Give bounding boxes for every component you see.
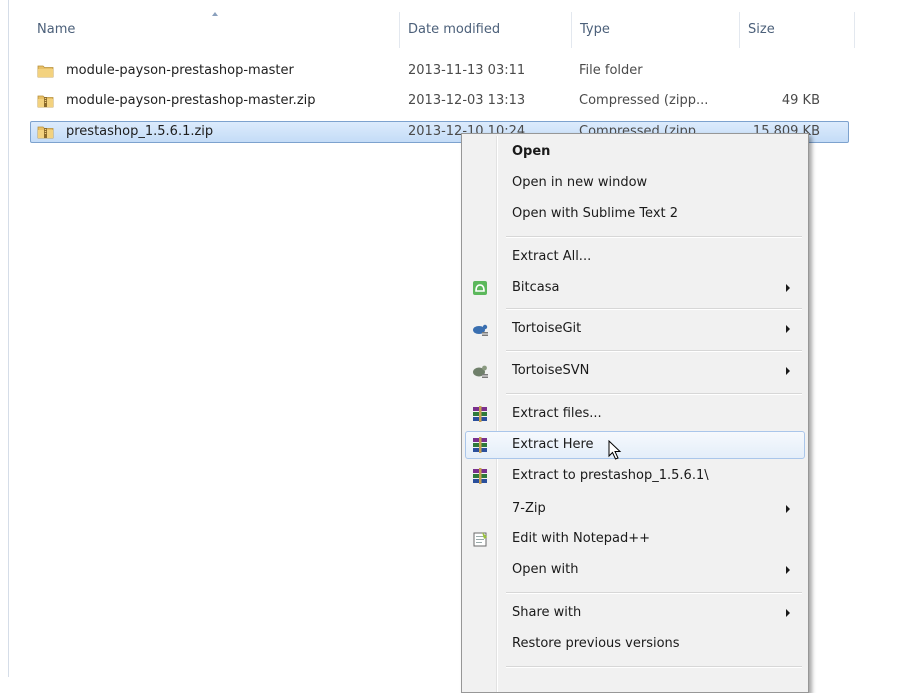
- menu-item-tortoisesvn[interactable]: TortoiseSVN: [465, 357, 805, 385]
- menu-item-label: Extract to prestashop_1.5.6.1\: [512, 468, 709, 483]
- menu-item-label: Share with: [512, 605, 582, 620]
- menu-item-7zip[interactable]: 7-Zip: [465, 495, 805, 523]
- submenu-arrow-icon: [786, 284, 790, 292]
- menu-item-edit-notepadpp[interactable]: Edit with Notepad++: [465, 525, 805, 553]
- menu-item-label: Extract Here: [512, 437, 594, 452]
- menu-item-label: Extract files...: [512, 406, 602, 421]
- winrar-icon: [473, 468, 487, 484]
- column-type[interactable]: Type: [572, 12, 739, 48]
- submenu-arrow-icon: [786, 505, 790, 513]
- submenu-arrow-icon: [786, 367, 790, 375]
- submenu-arrow-icon: [786, 609, 790, 617]
- menu-item-bitcasa[interactable]: Bitcasa: [465, 274, 805, 302]
- menu-item-label: Open in new window: [512, 175, 648, 190]
- file-name: module-payson-prestashop-master.zip: [66, 93, 316, 108]
- tortoisegit-icon: [473, 324, 488, 336]
- zip-folder-icon: [37, 95, 54, 108]
- menu-item-label: TortoiseGit: [512, 321, 582, 336]
- file-row[interactable]: module-payson-prestashop-master 2013-11-…: [30, 60, 850, 82]
- winrar-icon: [473, 406, 487, 422]
- menu-item-open-sublime[interactable]: Open with Sublime Text 2: [465, 200, 805, 228]
- column-divider[interactable]: [854, 12, 855, 48]
- column-date-modified[interactable]: Date modified: [400, 12, 571, 48]
- submenu-arrow-icon: [786, 566, 790, 574]
- menu-separator: [506, 236, 802, 238]
- winrar-icon: [473, 437, 487, 453]
- menu-item-open-with[interactable]: Open with: [465, 556, 805, 584]
- menu-item-tortoisegit[interactable]: TortoiseGit: [465, 315, 805, 343]
- file-type: File folder: [579, 63, 643, 78]
- file-type: Compressed (zipp...: [579, 93, 709, 108]
- file-date: 2013-12-03 13:13: [408, 93, 526, 108]
- file-date: 2013-11-13 03:11: [408, 63, 526, 78]
- menu-item-open-new-window[interactable]: Open in new window: [465, 169, 805, 197]
- menu-item-label: 7-Zip: [512, 501, 546, 516]
- zip-folder-icon: [37, 126, 54, 139]
- menu-item-open[interactable]: Open: [465, 138, 805, 166]
- menu-item-extract-files[interactable]: Extract files...: [465, 400, 805, 428]
- menu-separator: [506, 393, 802, 395]
- menu-item-label: Edit with Notepad++: [512, 531, 651, 546]
- window-left-edge: [0, 0, 9, 677]
- menu-item-restore-previous[interactable]: Restore previous versions: [465, 630, 805, 658]
- notepadpp-icon: [473, 532, 487, 547]
- menu-item-label: Bitcasa: [512, 280, 560, 295]
- menu-item-label: TortoiseSVN: [512, 363, 590, 378]
- column-size[interactable]: Size: [740, 12, 854, 48]
- menu-item-share-with[interactable]: Share with: [465, 599, 805, 627]
- column-name[interactable]: Name: [29, 12, 399, 48]
- menu-separator: [506, 350, 802, 352]
- menu-item-label: Restore previous versions: [512, 636, 680, 651]
- menu-separator: [506, 592, 802, 594]
- menu-item-extract-here[interactable]: Extract Here: [465, 431, 805, 460]
- menu-item-label: Open with: [512, 562, 579, 577]
- menu-separator: [506, 666, 802, 668]
- menu-item-label: Open with Sublime Text 2: [512, 206, 679, 221]
- bitcasa-icon: [473, 281, 487, 295]
- folder-icon: [37, 65, 54, 78]
- menu-item-label: Open: [512, 144, 551, 159]
- menu-item-extract-all[interactable]: Extract All...: [465, 243, 805, 271]
- column-header: Name Date modified Type Size: [9, 12, 924, 48]
- file-name: module-payson-prestashop-master: [66, 63, 294, 78]
- file-size: 49 KB: [781, 93, 820, 108]
- tortoisesvn-icon: [473, 365, 488, 378]
- menu-item-extract-to[interactable]: Extract to prestashop_1.5.6.1\: [465, 462, 805, 490]
- file-row[interactable]: module-payson-prestashop-master.zip 2013…: [30, 90, 850, 112]
- menu-separator: [506, 308, 802, 310]
- context-menu: Open Open in new window Open with Sublim…: [461, 133, 809, 693]
- file-name: prestashop_1.5.6.1.zip: [66, 124, 214, 139]
- mouse-cursor-icon: [608, 440, 622, 460]
- menu-item-label: Extract All...: [512, 249, 592, 264]
- submenu-arrow-icon: [786, 325, 790, 333]
